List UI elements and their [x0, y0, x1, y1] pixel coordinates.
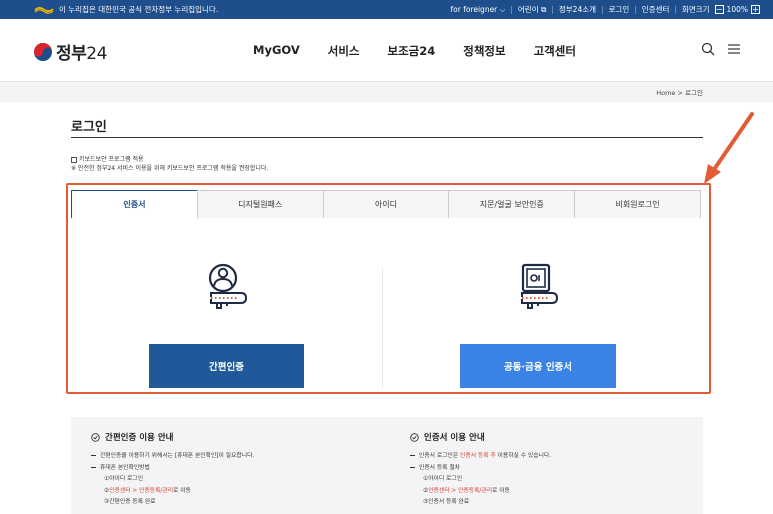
info-step: ③인증서 등록 완료	[423, 499, 470, 505]
chevron-down-icon: ⌵	[499, 4, 506, 14]
tab-guest-login[interactable]: 비회원로그인	[574, 190, 701, 218]
gov-symbol-icon	[34, 7, 54, 14]
vault-key-icon	[520, 263, 558, 309]
breadcrumb-bar: Home > 로그인	[0, 82, 773, 102]
about-link[interactable]: 정부24소개	[555, 4, 600, 15]
menu-icon[interactable]	[727, 42, 741, 56]
external-link-icon: ⧉	[540, 5, 547, 14]
search-icon[interactable]	[701, 42, 715, 56]
divider: |	[634, 5, 637, 14]
emphasis-text: 인증서 등록 후	[460, 453, 496, 459]
main-nav: MyGOV 서비스 보조금24 정책정보 고객센터	[253, 43, 604, 59]
logo-text: 정부24	[56, 44, 107, 64]
taegeuk-logo-icon	[34, 42, 52, 61]
breadcrumb: Home > 로그인	[656, 87, 703, 97]
tab-certificate[interactable]: 인증서	[71, 190, 198, 219]
zoom-in-button[interactable]: +	[751, 5, 760, 14]
tab-id[interactable]: 아이디	[322, 190, 450, 218]
gov-notice: 이 누리집은 대한민국 공식 전자정부 누리집입니다.	[34, 4, 218, 15]
dash-bullet	[91, 455, 96, 456]
dash-bullet	[91, 466, 96, 468]
zoom-level: 100%	[726, 5, 748, 14]
simple-auth-panel	[149, 260, 304, 320]
nav-mygov[interactable]: MyGOV	[253, 43, 300, 59]
info-line: 인증서 등록 절차	[410, 463, 710, 475]
divider: |	[674, 5, 677, 14]
divider: |	[551, 5, 554, 14]
info-step: ①아이디 로그인	[423, 476, 463, 482]
tab-biometric[interactable]: 지문/얼굴 보안인증	[448, 190, 576, 218]
breadcrumb-current: 로그인	[685, 89, 703, 97]
gov-notice-text: 이 누리집은 대한민국 공식 전자정부 누리집입니다.	[59, 5, 219, 14]
info-step: ②인증센터 > 인증등록/관리로 이동	[104, 487, 191, 494]
joint-financial-cert-button[interactable]: 공동·금융 인증서	[460, 344, 616, 388]
certificate-info-title: 인증서 이용 안내	[410, 431, 710, 443]
dash-bullet	[410, 455, 415, 456]
simple-auth-info: 간편인증 이용 안내 간편인증을 이용하기 위해서는 [휴대폰 본인확인]이 필…	[91, 417, 391, 509]
kids-link[interactable]: 어린이 ⧉	[514, 4, 550, 15]
gov-banner: 이 누리집은 대한민국 공식 전자정부 누리집입니다. for foreigne…	[0, 0, 773, 19]
user-key-icon	[208, 263, 247, 309]
keyboard-security: 키보드보안 프로그램 적용 ※ 안전한 정부24 서비스 이용을 위해 키보드보…	[71, 155, 268, 173]
nav-services[interactable]: 서비스	[328, 43, 360, 59]
check-circle-icon	[410, 432, 419, 442]
tab-digital-onepass[interactable]: 디지털원패스	[196, 190, 324, 218]
cert-center-path-link[interactable]: 인증센터 > 인증등록/관리	[109, 488, 173, 494]
screen-size-label: 화면크기	[681, 5, 710, 14]
certificate-info: 인증서 이용 안내 인증서 로그인은 인증서 등록 후 이용하실 수 있습니다.…	[410, 417, 710, 509]
info-section: 간편인증 이용 안내 간편인증을 이용하기 위해서는 [휴대폰 본인확인]이 필…	[71, 417, 703, 514]
title-divider	[71, 137, 703, 138]
login-link[interactable]: 로그인	[605, 4, 634, 15]
breadcrumb-home[interactable]: Home	[656, 89, 675, 97]
keyboard-security-note: ※ 안전한 정부24 서비스 이용을 위해 키보드보안 프로그램 적용을 권장합…	[71, 165, 269, 172]
info-line: 휴대폰 본인확인방법	[91, 463, 391, 475]
certificate-panel	[460, 260, 615, 320]
check-circle-icon	[91, 432, 100, 442]
site-header: 정부24 MyGOV 서비스 보조금24 정책정보 고객센터	[0, 19, 773, 82]
nav-customer-center[interactable]: 고객센터	[534, 43, 576, 59]
nav-policy[interactable]: 정책정보	[463, 43, 505, 59]
info-step: ①아이디 로그인	[104, 476, 144, 482]
info-step: ③간편인증 등록 완료	[104, 499, 156, 505]
site-logo[interactable]: 정부24	[33, 39, 107, 64]
simple-auth-button[interactable]: 간편인증	[149, 344, 304, 388]
login-tabs: 인증서 디지털원패스 아이디 지문/얼굴 보안인증 비회원로그인	[71, 190, 701, 219]
breadcrumb-separator: >	[677, 89, 683, 97]
divider: |	[510, 5, 513, 14]
header-icons	[701, 42, 741, 56]
info-step: ②인증센터 > 인증등록/관리로 이동	[423, 487, 510, 494]
divider: |	[601, 5, 604, 14]
zoom-out-button[interactable]: −	[714, 5, 724, 14]
page-title: 로그인	[71, 120, 107, 135]
info-line: 간편인증을 이용하기 위해서는 [휴대폰 본인확인]이 필요합니다.	[91, 451, 391, 463]
cert-center-path-link[interactable]: 인증센터 > 인증등록/관리	[428, 488, 492, 494]
cert-center-link[interactable]: 인증센터	[638, 4, 674, 15]
simple-auth-info-title: 간편인증 이용 안내	[91, 431, 391, 443]
info-line: 인증서 로그인은 인증서 등록 후 이용하실 수 있습니다.	[410, 451, 710, 463]
foreigner-link[interactable]: for foreigner ⌵	[447, 5, 510, 15]
dash-bullet	[410, 466, 415, 468]
nav-subsidy24[interactable]: 보조금24	[388, 43, 436, 59]
keyboard-security-checkbox[interactable]	[71, 156, 77, 163]
utility-links: for foreigner ⌵ | 어린이 ⧉ | 정부24소개 | 로그인 |…	[447, 0, 761, 19]
keyboard-security-label: 키보드보안 프로그램 적용	[79, 156, 144, 163]
panel-divider	[382, 268, 383, 388]
